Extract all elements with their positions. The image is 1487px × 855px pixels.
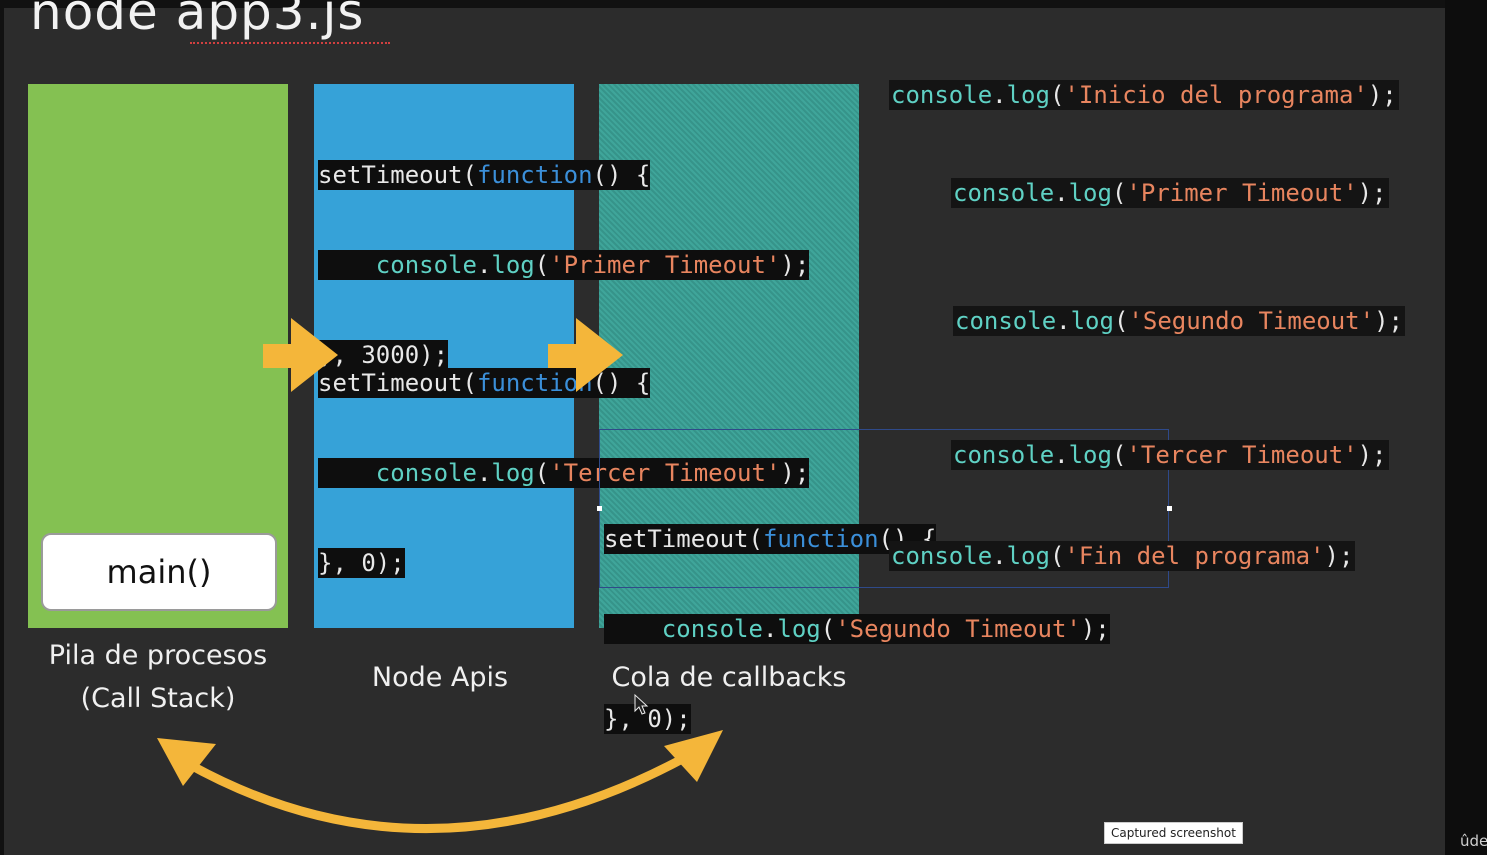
arrow-right-icon <box>548 318 623 392</box>
captured-screenshot-badge: Captured screenshot <box>1104 822 1243 844</box>
arrow-right-icon <box>263 318 338 392</box>
mouse-cursor-icon <box>634 693 649 715</box>
curved-double-arrow-icon <box>157 730 723 833</box>
arrows-layer <box>157 318 723 833</box>
udemy-watermark: ûde <box>1460 832 1487 850</box>
